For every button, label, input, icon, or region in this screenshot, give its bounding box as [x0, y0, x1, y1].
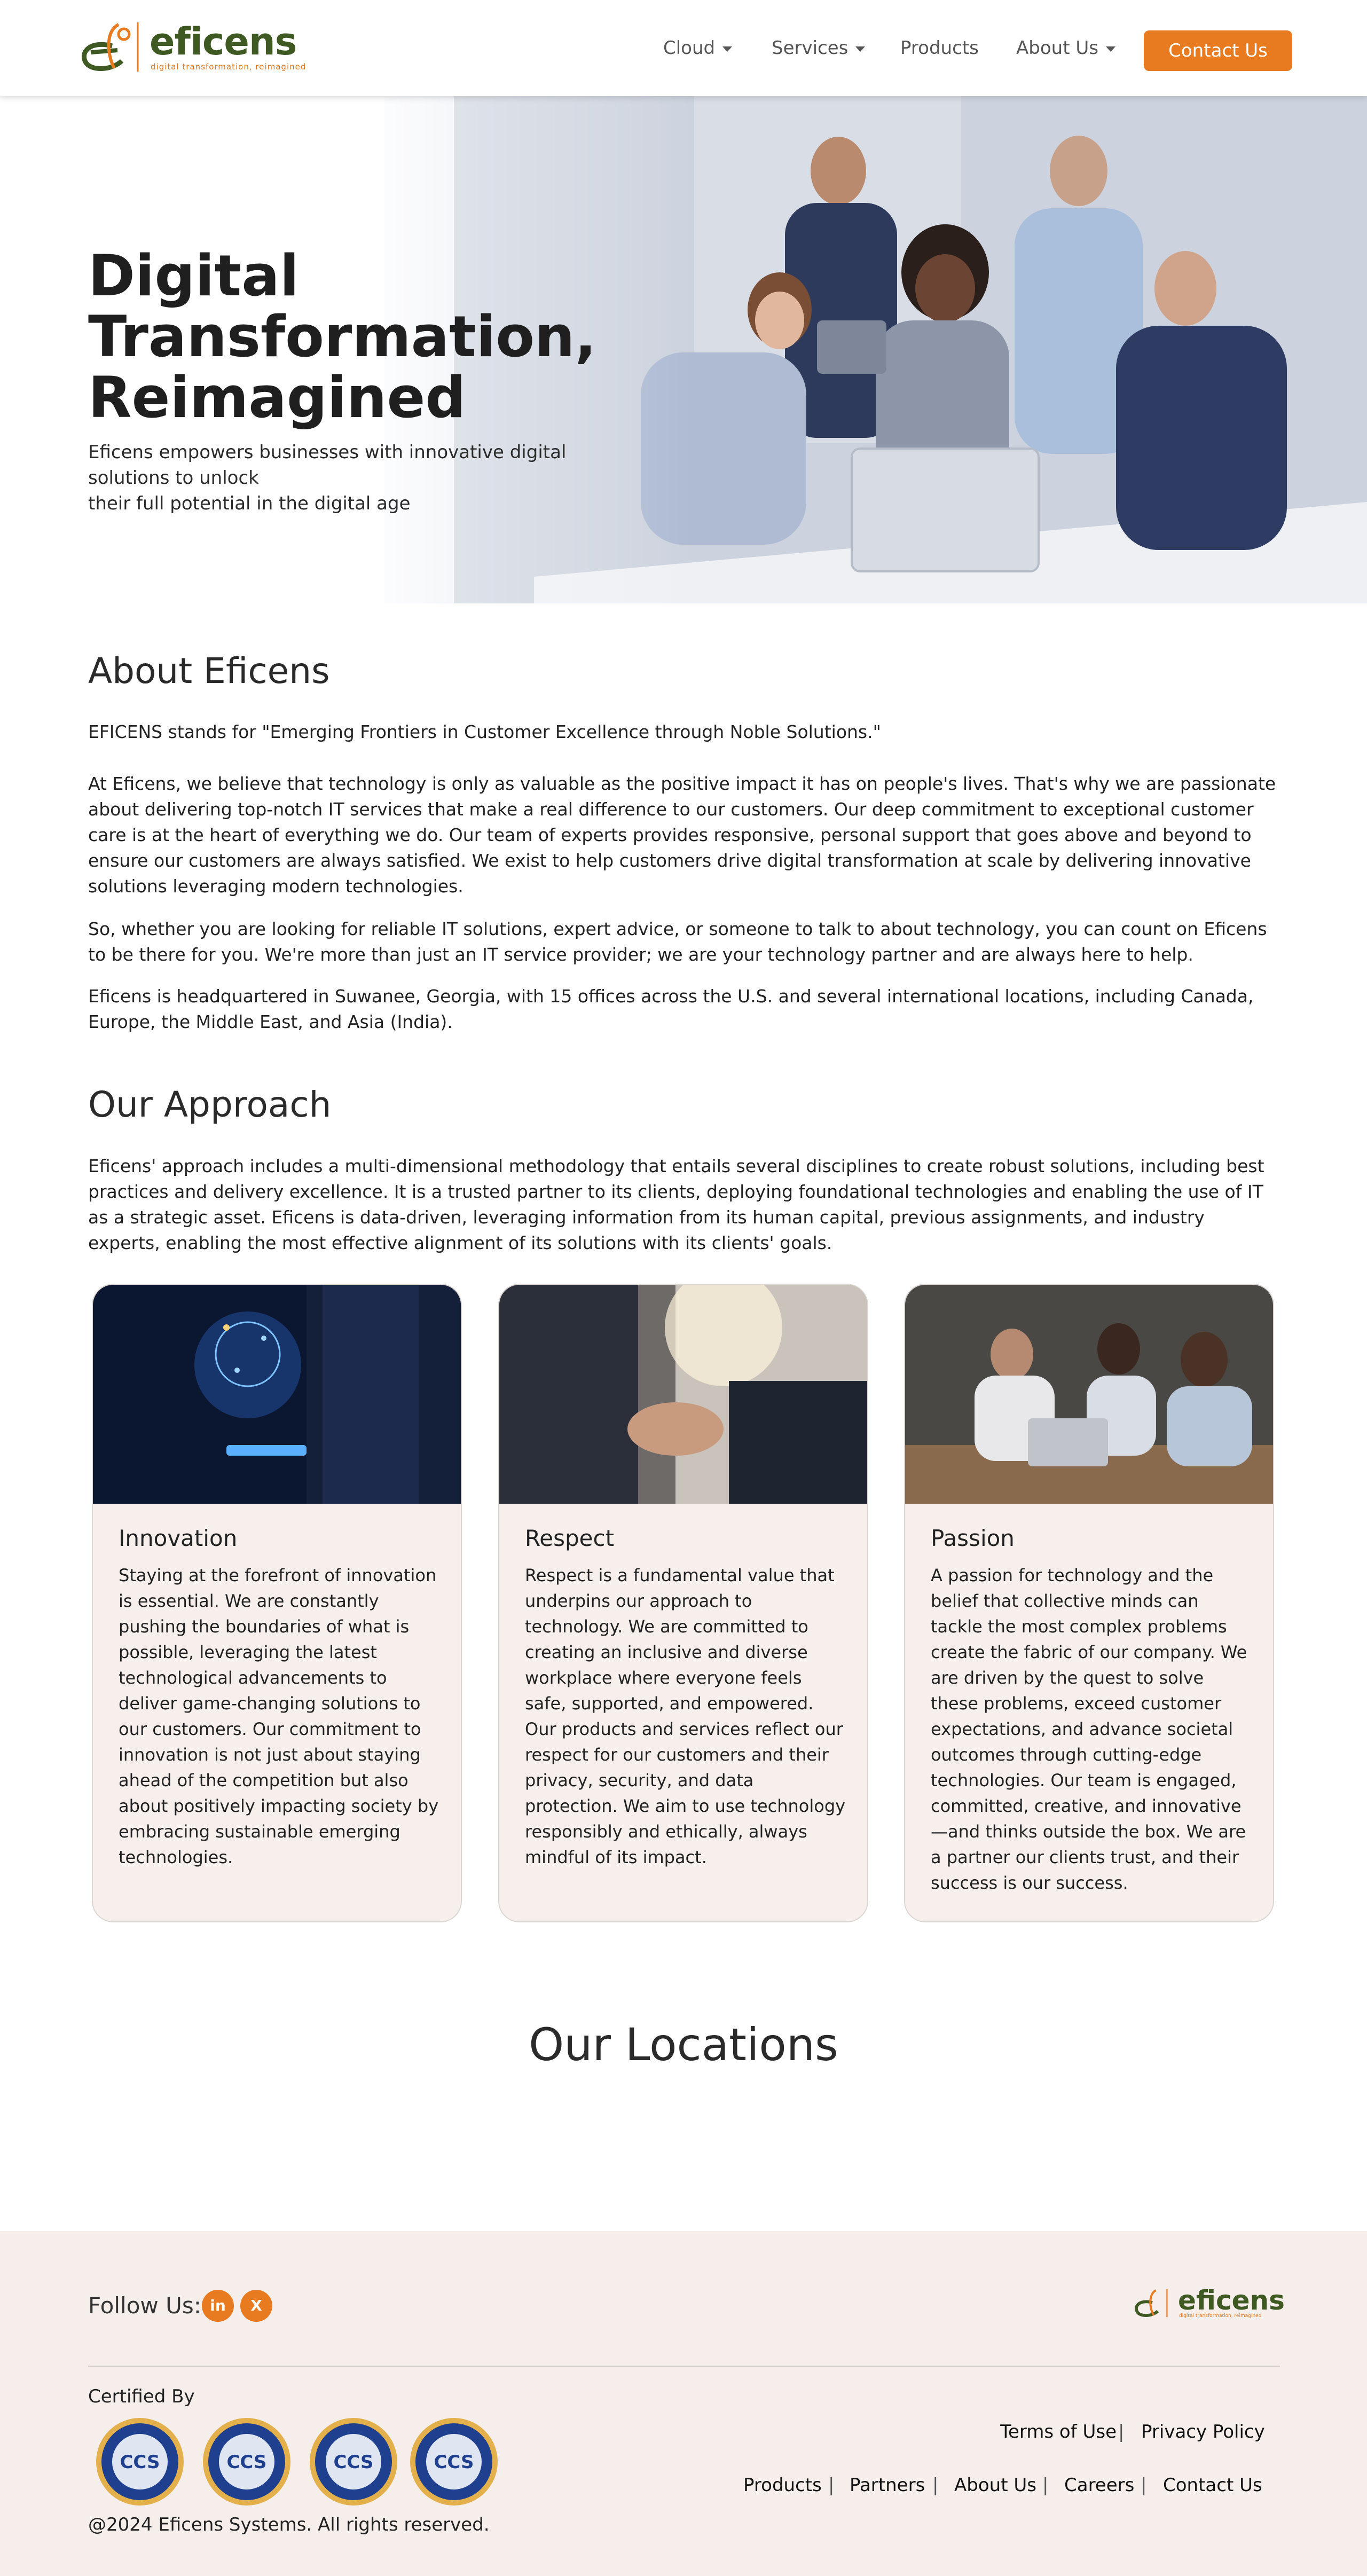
- hero-title: Digital Transformation, Reimagined: [88, 246, 596, 428]
- team-laptop-image: [905, 1285, 1273, 1504]
- certification-badge: CCS: [409, 2417, 499, 2507]
- footer-logo-wordmark: eficens: [1178, 2285, 1285, 2316]
- footer-link-partners[interactable]: Partners: [850, 2475, 925, 2496]
- hero-title-line: Digital: [88, 243, 300, 309]
- nav-about-label: About Us: [1016, 37, 1098, 59]
- innovation-image: [93, 1285, 461, 1504]
- footer-link-careers[interactable]: Careers: [1064, 2475, 1134, 2496]
- hero-subtitle-line: Eficens empowers businesses with innovat…: [88, 442, 567, 489]
- x-twitter-icon[interactable]: X: [240, 2290, 272, 2322]
- brand-logo[interactable]: eficens digital transformation, reimagin…: [75, 19, 320, 75]
- link-separator: |: [1141, 2475, 1147, 2496]
- ccs-badge-icon: CCS: [310, 2418, 397, 2506]
- about-partner-text: So, whether you are looking for reliable…: [88, 918, 1267, 965]
- hero-banner: Digital Transformation, Reimagined Efice…: [0, 96, 1367, 603]
- card-text: A passion for technology and the belief …: [931, 1565, 1247, 1893]
- nav-cloud[interactable]: Cloud: [663, 37, 733, 59]
- footer-divider: [88, 2366, 1280, 2367]
- hero-subtitle: Eficens empowers businesses with innovat…: [88, 439, 643, 516]
- footer-link-about-us[interactable]: About Us: [954, 2475, 1036, 2496]
- hero-subtitle-line: their full potential in the digital age: [88, 493, 411, 514]
- follow-us-label: Follow Us:: [88, 2292, 201, 2319]
- link-separator: |: [1118, 2421, 1125, 2443]
- linkedin-icon[interactable]: in: [202, 2290, 234, 2322]
- card-text: Staying at the forefront of innovation i…: [119, 1565, 439, 1867]
- certification-badge: CCS: [309, 2417, 398, 2507]
- footer-logo[interactable]: eficens digital transformation, reimagin…: [1131, 2284, 1285, 2322]
- nav-products-label: Products: [900, 37, 979, 59]
- value-card-innovation: Innovation Staying at the forefront of i…: [92, 1284, 462, 1922]
- hero-title-line: Transformation,: [88, 304, 596, 370]
- footer-logo-tagline: digital transformation, reimagined: [1179, 2313, 1262, 2319]
- nav-about-us[interactable]: About Us: [1016, 37, 1115, 59]
- chevron-down-icon: [855, 46, 866, 52]
- card-title: Passion: [931, 1525, 1015, 1551]
- handshake-image: [499, 1285, 867, 1504]
- logo-mark-icon: [82, 22, 139, 72]
- card-title: Innovation: [119, 1525, 238, 1551]
- footer-link-products[interactable]: Products: [743, 2475, 822, 2496]
- copyright-text: @2024 Eficens Systems. All rights reserv…: [88, 2514, 490, 2535]
- contact-us-button[interactable]: Contact Us: [1144, 30, 1292, 71]
- nav-products[interactable]: Products: [900, 37, 979, 59]
- hero-title-line: Reimagined: [88, 365, 466, 430]
- badge-text: CCS: [434, 2452, 474, 2473]
- footer-link-contact-us[interactable]: Contact Us: [1163, 2475, 1262, 2496]
- site-footer: Follow Us: in X eficens digital transfor…: [0, 2231, 1367, 2576]
- top-navbar: eficens digital transformation, reimagin…: [0, 0, 1367, 96]
- nav-cloud-label: Cloud: [663, 37, 716, 59]
- logo-tagline: digital transformation, reimagined: [151, 62, 307, 72]
- certified-by-label: Certified By: [88, 2386, 195, 2407]
- about-heading: About Eficens: [88, 650, 330, 692]
- privacy-policy-link[interactable]: Privacy Policy: [1141, 2421, 1265, 2443]
- chevron-down-icon: [722, 46, 733, 52]
- logo-wordmark: eficens: [150, 20, 297, 64]
- ccs-badge-icon: CCS: [410, 2418, 498, 2506]
- link-separator: |: [1042, 2475, 1049, 2496]
- about-mission-text: At Eficens, we believe that technology i…: [88, 773, 1276, 897]
- value-card-respect: Respect Respect is a fundamental value t…: [498, 1284, 868, 1922]
- badge-text: CCS: [226, 2452, 266, 2473]
- nav-services[interactable]: Services: [772, 37, 866, 59]
- approach-text: Eficens' approach includes a multi-dimen…: [88, 1156, 1264, 1253]
- locations-heading: Our Locations: [529, 2019, 838, 2071]
- value-card-passion: Passion A passion for technology and the…: [904, 1284, 1274, 1922]
- ccs-badge-icon: CCS: [96, 2418, 184, 2506]
- certification-badge: CCS: [202, 2417, 292, 2507]
- badge-text: CCS: [120, 2452, 160, 2473]
- certification-badge: CCS: [95, 2417, 185, 2507]
- terms-of-use-link[interactable]: Terms of Use: [1000, 2421, 1117, 2443]
- ccs-badge-icon: CCS: [203, 2418, 290, 2506]
- about-acronym-text: EFICENS stands for "Emerging Frontiers i…: [88, 721, 881, 742]
- card-title: Respect: [525, 1525, 615, 1551]
- link-separator: |: [828, 2475, 835, 2496]
- logo-mark-icon: [1135, 2289, 1168, 2318]
- chevron-down-icon: [1105, 46, 1115, 52]
- about-hq-text: Eficens is headquartered in Suwanee, Geo…: [88, 986, 1254, 1032]
- link-separator: |: [932, 2475, 939, 2496]
- badge-text: CCS: [333, 2452, 373, 2473]
- card-text: Respect is a fundamental value that unde…: [525, 1565, 846, 1867]
- approach-heading: Our Approach: [88, 1084, 332, 1125]
- nav-services-label: Services: [772, 37, 849, 59]
